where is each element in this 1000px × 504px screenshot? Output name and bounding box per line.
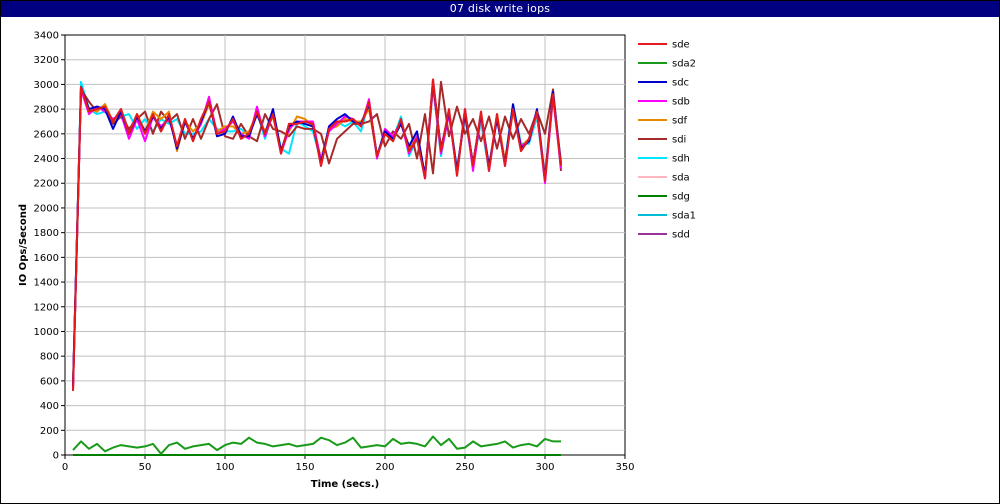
legend-label-sdh: sdh — [672, 154, 690, 165]
legend-label-sdb: sdb — [672, 97, 690, 108]
y-tick-label: 2800 — [34, 105, 59, 116]
legend-label-sdg: sdg — [672, 192, 690, 203]
y-tick-label: 3200 — [34, 55, 59, 66]
y-tick-label: 800 — [40, 352, 59, 363]
legend-label-sdc: sdc — [672, 78, 689, 89]
legend-label-sda2: sda2 — [672, 59, 696, 70]
legend: sde sda2 sdc sdb sdf sdi sdh sda sdg sda1 sdd — [638, 40, 696, 241]
plot-area — [64, 34, 626, 456]
y-tick-label: 200 — [40, 426, 59, 437]
y-tick-label: 400 — [40, 401, 59, 412]
y-tick-label: 3400 — [34, 31, 59, 42]
y-tick-label: 2000 — [34, 203, 59, 214]
y-axis-label: IO Ops/Second — [18, 204, 29, 286]
x-tick-label: 350 — [615, 462, 634, 473]
y-tick-label: 1200 — [34, 302, 59, 313]
legend-label-sda: sda — [672, 173, 690, 184]
legend-label-sde: sde — [672, 40, 690, 51]
x-axis-label: Time (secs.) — [311, 479, 380, 490]
y-tick-label: 1400 — [34, 278, 59, 289]
y-tick-label: 2600 — [34, 129, 59, 140]
y-tick-label: 600 — [40, 376, 59, 387]
x-tick-label: 150 — [295, 462, 314, 473]
y-tick-label: 1600 — [34, 253, 59, 264]
y-tick-label: 2200 — [34, 179, 59, 190]
x-tick-label: 50 — [139, 462, 152, 473]
legend-label-sda1: sda1 — [672, 211, 696, 222]
chart-canvas: 0 50 100 150 200 250 300 350 0 200 400 600 800 1000 1… — [18, 31, 696, 491]
x-tick-label: 200 — [375, 462, 394, 473]
x-tick-label: 250 — [455, 462, 474, 473]
x-tick-label: 0 — [62, 462, 68, 473]
x-tick-label: 300 — [535, 462, 554, 473]
y-tick-label: 1000 — [34, 327, 59, 338]
legend-label-sdd: sdd — [672, 230, 690, 241]
x-tick-label: 100 — [215, 462, 234, 473]
legend-label-sdi: sdi — [672, 135, 686, 146]
y-tick-label: 0 — [53, 451, 59, 462]
y-tick-label: 3000 — [34, 80, 59, 91]
legend-label-sdf: sdf — [672, 116, 688, 127]
x-axis-ticks: 0 50 100 150 200 250 300 350 — [62, 455, 635, 473]
y-tick-label: 1800 — [34, 228, 59, 239]
y-axis-ticks: 0 200 400 600 800 1000 1200 1400 1600 1800 2000 220… — [34, 31, 65, 462]
y-tick-label: 2400 — [34, 154, 59, 165]
